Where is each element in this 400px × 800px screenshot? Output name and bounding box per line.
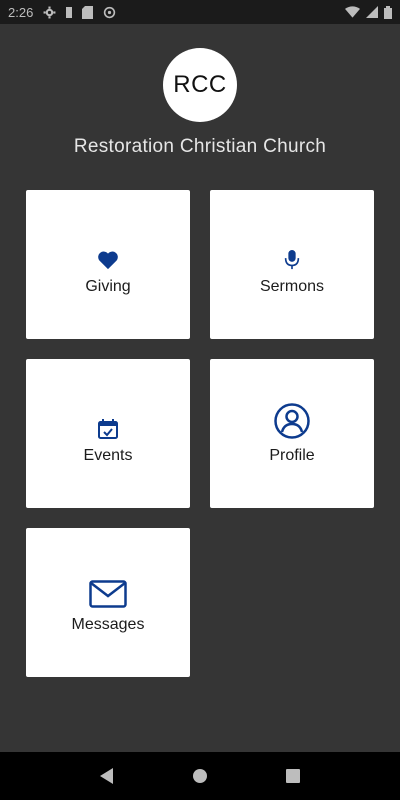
sermons-label: Sermons <box>259 277 325 295</box>
microphone-icon <box>284 234 300 270</box>
envelope-icon <box>89 572 127 608</box>
church-logo: RCC <box>163 48 237 122</box>
sync-icon <box>103 6 116 19</box>
recents-button[interactable] <box>278 761 308 791</box>
navigation-bar <box>0 752 400 800</box>
back-button[interactable] <box>92 761 122 791</box>
profile-tile[interactable]: Profile <box>210 359 374 508</box>
status-time: 2:26 <box>8 4 34 20</box>
sermons-tile[interactable]: Sermons <box>210 190 374 339</box>
home-button[interactable] <box>185 761 215 791</box>
gear-icon <box>43 6 56 19</box>
battery-icon <box>384 5 392 19</box>
giving-tile[interactable]: Giving <box>26 190 190 339</box>
heart-icon <box>97 234 119 270</box>
giving-label: Giving <box>85 277 131 295</box>
recents-icon <box>286 769 301 783</box>
church-name: Restoration Christian Church <box>73 136 327 157</box>
calendar-icon <box>98 403 118 439</box>
cellular-signal-icon <box>366 6 378 18</box>
battery-small-icon <box>66 6 73 18</box>
events-tile[interactable]: Events <box>26 359 190 508</box>
profile-label: Profile <box>269 446 315 464</box>
messages-tile[interactable]: Messages <box>26 528 190 677</box>
logo-text: RCC <box>173 71 227 98</box>
profile-icon <box>274 402 310 439</box>
back-icon <box>99 768 113 784</box>
messages-label: Messages <box>71 615 145 633</box>
home-icon <box>192 769 207 783</box>
sd-card-icon <box>82 5 94 19</box>
wifi-icon <box>345 6 360 18</box>
status-bar: 2:26 <box>0 0 400 24</box>
events-label: Events <box>83 446 133 464</box>
